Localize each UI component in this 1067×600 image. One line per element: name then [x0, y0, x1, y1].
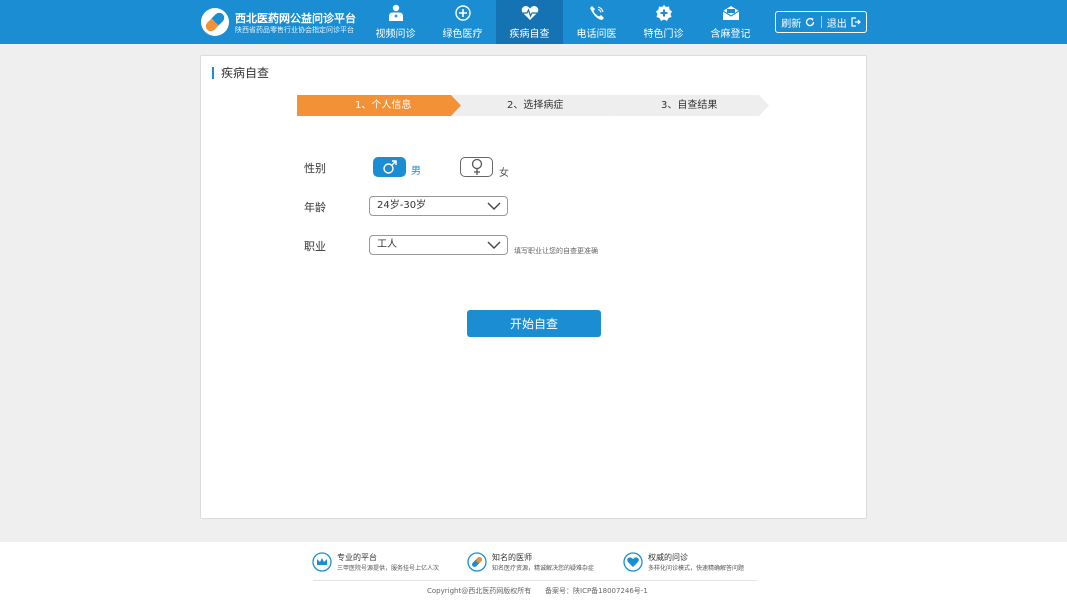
- feature-title: 专业的平台: [337, 553, 377, 562]
- feature-desc: 知名医疗资源，精诚解决您的疑难杂症: [492, 565, 595, 572]
- step-2-label: 2、选择病症: [507, 100, 564, 111]
- top-header: 西北医药网公益问诊平台 陕西省药品零售行业协会指定问诊平台 视频问诊 绿色医疗 …: [0, 0, 1067, 44]
- nav-label: 特色门诊: [643, 29, 684, 40]
- male-label[interactable]: 男: [411, 162, 421, 177]
- capsule-logo-icon: [201, 8, 229, 36]
- feature-title: 权威的问诊: [648, 553, 688, 562]
- male-symbol-icon: [382, 160, 397, 174]
- nav-item-special-clinic[interactable]: 特色门诊: [630, 0, 697, 44]
- copyright-text: Copyright@西北医药网版权所有: [427, 587, 532, 595]
- feature-desc: 多样化问诊模式，快速精确解答问题: [648, 565, 745, 572]
- age-select-value: 24岁-30岁: [377, 200, 427, 211]
- mail-icon: [722, 4, 740, 22]
- logout-icon: [851, 17, 861, 27]
- header-actions: 刷新 退出: [775, 11, 867, 33]
- plus-circle-icon: [454, 4, 472, 22]
- age-select[interactable]: 24岁-30岁: [369, 196, 508, 216]
- chevron-down-icon: [487, 241, 501, 249]
- heart-hand-icon: [623, 552, 643, 572]
- nav-item-phone-doctor[interactable]: 电话问医: [563, 0, 630, 44]
- brand-title: 西北医药网公益问诊平台: [235, 12, 356, 25]
- self-check-panel: 疾病自查 1、个人信息 2、选择病症 3、自查结果 性别 男 女 年龄 24岁-…: [200, 55, 867, 519]
- refresh-button[interactable]: 刷新: [776, 12, 821, 32]
- step-3-label: 3、自查结果: [661, 100, 718, 111]
- refresh-label: 刷新: [781, 18, 802, 30]
- footer: 专业的平台 三甲医院号源提供，服务挂号上亿人次 知名的医师 知名医疗资源，精诚解…: [0, 542, 1067, 600]
- main-nav: 视频问诊 绿色医疗 疾病自查 电话问医 特色门诊 含麻登记: [362, 0, 764, 44]
- video-doctor-icon: [387, 4, 405, 22]
- step-progress: 1、个人信息 2、选择病症 3、自查结果: [297, 95, 769, 116]
- crown-icon: [312, 552, 332, 572]
- icp-text: 备案号：陕ICP备18007246号-1: [545, 587, 648, 595]
- pill-icon: [467, 552, 487, 572]
- male-option-button[interactable]: [373, 157, 406, 177]
- female-symbol-icon: [471, 158, 482, 175]
- feature-title: 知名的医师: [492, 553, 532, 562]
- nav-item-register[interactable]: 含麻登记: [697, 0, 764, 44]
- heart-pulse-icon: [521, 4, 539, 22]
- nav-label: 视频问诊: [375, 29, 416, 40]
- job-label: 职业: [304, 240, 326, 253]
- start-check-button[interactable]: 开始自查: [467, 310, 601, 337]
- brand-subtitle: 陕西省药品零售行业协会指定问诊平台: [235, 26, 354, 34]
- job-select[interactable]: 工人: [369, 235, 508, 255]
- step-1-label: 1、个人信息: [355, 100, 412, 111]
- female-label[interactable]: 女: [499, 164, 509, 179]
- nav-label: 绿色医疗: [442, 29, 483, 40]
- nav-item-self-check[interactable]: 疾病自查: [496, 0, 563, 44]
- nav-label: 电话问医: [576, 29, 617, 40]
- cross-badge-icon: [655, 4, 673, 22]
- page-title: 疾病自查: [212, 67, 269, 79]
- logout-button[interactable]: 退出: [822, 12, 867, 32]
- age-label: 年龄: [304, 201, 326, 214]
- chevron-down-icon: [487, 202, 501, 210]
- female-option-button[interactable]: [460, 157, 493, 177]
- nav-item-green-medical[interactable]: 绿色医疗: [429, 0, 496, 44]
- nav-label: 疾病自查: [509, 29, 550, 40]
- nav-item-video-consult[interactable]: 视频问诊: [362, 0, 429, 44]
- refresh-icon: [806, 17, 815, 27]
- sex-label: 性别: [304, 162, 326, 175]
- footer-divider: [313, 580, 757, 581]
- logout-label: 退出: [826, 18, 847, 30]
- nav-label: 含麻登记: [710, 29, 751, 40]
- phone-icon: [588, 4, 606, 22]
- feature-desc: 三甲医院号源提供，服务挂号上亿人次: [337, 565, 440, 572]
- job-hint: 填写职业让您的自查更准确: [514, 247, 598, 255]
- job-select-value: 工人: [377, 239, 397, 250]
